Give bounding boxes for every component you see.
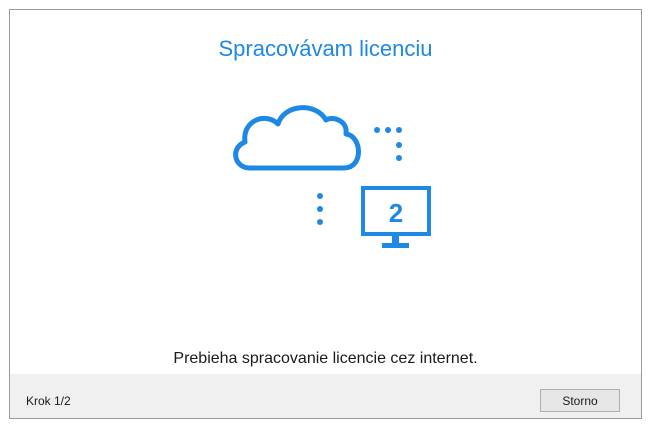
cloud-icon: [233, 105, 361, 171]
status-message: Prebieha spracovanie licencie cez intern…: [173, 350, 478, 367]
license-illustration: 2: [233, 105, 431, 248]
cancel-button[interactable]: Storno: [540, 389, 620, 412]
monitor-number: 2: [389, 198, 403, 228]
connection-dots-bottom: [317, 193, 323, 225]
dialog-footer: Krok 1/2 Storno: [10, 374, 641, 418]
step-indicator: Krok 1/2: [26, 394, 71, 408]
connection-dots-top: [374, 127, 402, 161]
monitor-icon: 2: [361, 186, 431, 248]
dialog-title: Spracovávam licenciu: [218, 36, 433, 61]
license-dialog: Spracovávam licenciu 2 Prebieha spracova: [9, 9, 642, 419]
